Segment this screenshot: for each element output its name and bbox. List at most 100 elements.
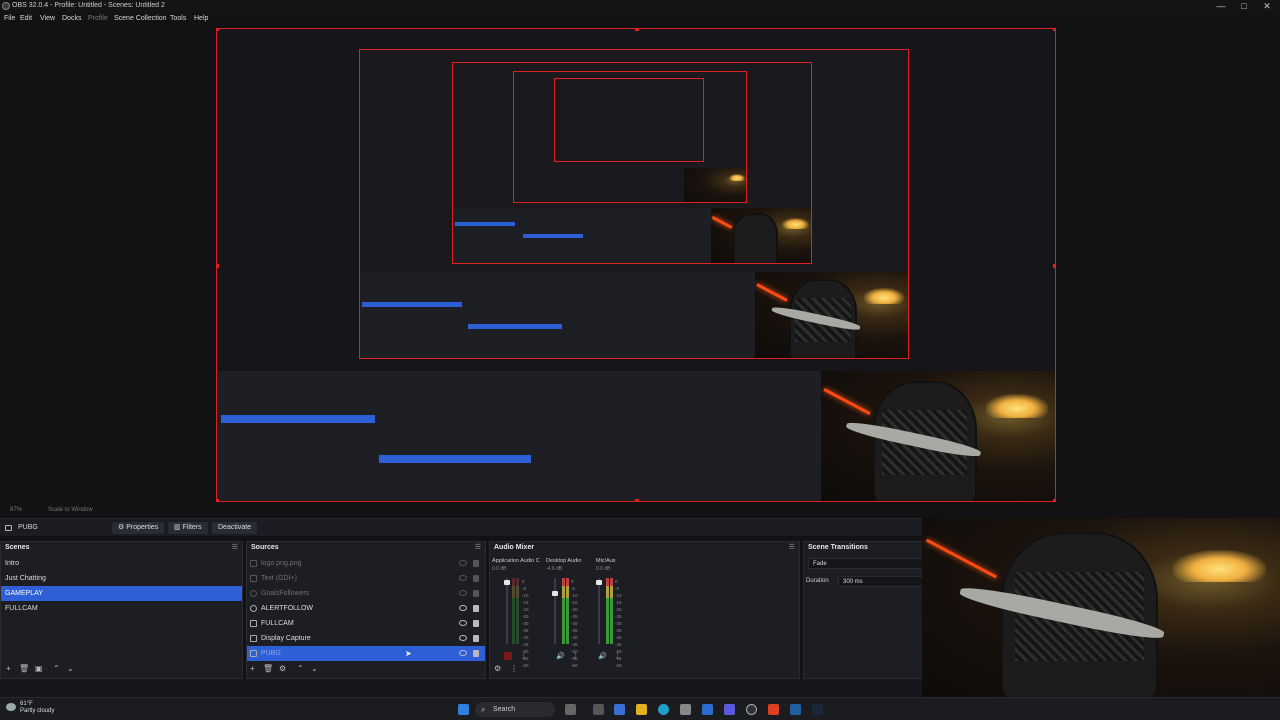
add-source-button[interactable]: + xyxy=(250,664,255,673)
close-button[interactable]: ✕ xyxy=(1256,0,1278,12)
dock-menu-icon[interactable]: ☰ xyxy=(789,542,795,554)
discord-icon[interactable] xyxy=(724,704,735,715)
add-scene-button[interactable]: + xyxy=(6,664,11,673)
visibility-icon[interactable] xyxy=(459,620,467,626)
resize-handle[interactable] xyxy=(635,499,639,501)
scene-item-fullcam[interactable]: FULLCAM xyxy=(1,601,242,616)
source-properties-button[interactable]: ⚙ xyxy=(279,664,286,673)
muted-speaker-icon[interactable] xyxy=(504,652,512,660)
source-item[interactable]: logo png.png xyxy=(247,556,485,571)
nested-preview-3 xyxy=(513,71,747,203)
monitor-icon xyxy=(250,635,257,642)
duration-input[interactable]: 300 ms xyxy=(838,576,923,587)
volume-fader[interactable] xyxy=(552,591,558,596)
minimize-button[interactable]: — xyxy=(1210,0,1232,12)
move-up-button[interactable]: ⌃ xyxy=(297,664,304,673)
menu-edit[interactable]: Edit xyxy=(20,12,32,25)
menu-file[interactable]: File xyxy=(4,12,15,25)
nested-webcam-1 xyxy=(755,272,908,358)
menu-scene-collection[interactable]: Scene Collection xyxy=(114,12,167,25)
resize-handle[interactable] xyxy=(635,29,639,31)
lock-icon[interactable] xyxy=(473,590,479,597)
search-box[interactable]: ⌕ Search xyxy=(475,702,555,717)
move-down-button[interactable]: ⌄ xyxy=(67,664,74,673)
visibility-icon[interactable] xyxy=(459,635,467,641)
menu-docks[interactable]: Docks xyxy=(62,12,81,25)
scene-item-gameplay[interactable]: GAMEPLAY xyxy=(1,586,242,601)
menu-profile[interactable]: Profile xyxy=(88,12,108,25)
mixer-channel-mic-aux: Mic/Aux 0.0 dB 0 -5 -10 -15 -20 -25 -30 -35 -40-… xyxy=(596,558,622,668)
weather-widget[interactable]: 61°F Partly cloudy xyxy=(6,701,54,715)
speaker-icon[interactable]: 🔊 xyxy=(598,652,607,660)
lock-icon[interactable] xyxy=(473,560,479,567)
scene-item-intro[interactable]: Intro xyxy=(1,556,242,571)
dock-menu-icon[interactable]: ☰ xyxy=(232,542,238,554)
edge-icon[interactable] xyxy=(658,704,669,715)
app-icon[interactable] xyxy=(614,704,625,715)
visibility-icon[interactable] xyxy=(459,560,467,566)
resize-handle[interactable] xyxy=(217,499,219,501)
source-item[interactable]: FULLCAM xyxy=(247,616,485,631)
resize-handle[interactable] xyxy=(217,264,219,268)
visibility-icon[interactable] xyxy=(459,650,467,656)
resize-handle[interactable] xyxy=(1053,29,1055,31)
filters-button[interactable]: ▥ Filters xyxy=(168,522,208,534)
deactivate-button[interactable]: Deactivate xyxy=(212,522,258,534)
app-icon[interactable] xyxy=(790,704,801,715)
lock-icon[interactable] xyxy=(473,620,479,627)
obs-icon[interactable] xyxy=(746,704,757,715)
move-down-button[interactable]: ⌄ xyxy=(311,664,318,673)
visibility-icon[interactable] xyxy=(459,590,467,596)
resize-handle[interactable] xyxy=(1053,499,1055,501)
volume-fader[interactable] xyxy=(504,580,510,585)
zoom-level[interactable]: 87% xyxy=(10,507,22,513)
mixer-settings-icon[interactable]: ⚙ xyxy=(494,664,501,673)
menu-help[interactable]: Help xyxy=(194,12,208,25)
task-view-icon[interactable] xyxy=(593,704,604,715)
properties-button[interactable]: ⚙ Properties xyxy=(112,522,165,534)
lock-icon[interactable] xyxy=(473,650,479,657)
steam-icon[interactable] xyxy=(812,704,823,715)
speaker-icon[interactable]: 🔊 xyxy=(556,652,565,660)
channel-menu-icon[interactable]: ⋮ xyxy=(614,652,621,660)
menu-view[interactable]: View xyxy=(40,12,55,25)
source-item[interactable]: PUBG xyxy=(247,646,485,661)
visibility-icon[interactable] xyxy=(459,575,467,581)
context-source-name: PUBG xyxy=(18,524,38,531)
channel-menu-icon[interactable]: ⋮ xyxy=(572,652,579,660)
lock-icon[interactable] xyxy=(473,575,479,582)
window-title: OBS 32.0.4 - Profile: Untitled - Scenes:… xyxy=(12,2,165,9)
file-explorer-icon[interactable] xyxy=(636,704,647,715)
source-item[interactable]: Text (GDI+) xyxy=(247,571,485,586)
lock-icon[interactable] xyxy=(473,635,479,642)
lock-icon[interactable] xyxy=(473,605,479,612)
remove-scene-button[interactable]: 🗑 xyxy=(19,664,29,673)
dock-menu-icon[interactable]: ☰ xyxy=(475,542,481,554)
brave-icon[interactable] xyxy=(768,704,779,715)
remove-source-button[interactable]: 🗑 xyxy=(263,664,273,673)
source-item[interactable]: ALERTFOLLOW xyxy=(247,601,485,616)
scene-transitions-dock: Scene Transitions Fade Duration 300 ms xyxy=(803,541,923,679)
copilot-icon[interactable] xyxy=(565,704,576,715)
menu-tools[interactable]: Tools xyxy=(170,12,186,25)
resize-handle[interactable] xyxy=(1053,264,1055,268)
transition-type-select[interactable]: Fade xyxy=(808,558,923,569)
start-icon[interactable] xyxy=(458,704,469,715)
scene-filters-button[interactable]: ▣ xyxy=(35,664,43,673)
resize-handle[interactable] xyxy=(217,29,219,31)
maximize-button[interactable]: □ xyxy=(1233,0,1255,12)
volume-fader[interactable] xyxy=(596,580,602,585)
visibility-icon[interactable] xyxy=(459,605,467,611)
camera-icon xyxy=(250,650,257,657)
store-icon[interactable] xyxy=(680,704,691,715)
scale-mode-select[interactable]: Scale to Window xyxy=(48,507,93,513)
mixer-menu-icon[interactable]: ⋮ xyxy=(510,664,518,673)
source-item[interactable]: GoalsFollowers xyxy=(247,586,485,601)
outlook-icon[interactable] xyxy=(702,704,713,715)
display-capture-preview[interactable] xyxy=(216,28,1056,502)
move-up-button[interactable]: ⌃ xyxy=(53,664,60,673)
channel-menu-icon[interactable]: ⋮ xyxy=(520,652,527,660)
scene-item-just-chatting[interactable]: Just Chatting xyxy=(1,571,242,586)
source-item[interactable]: Display Capture xyxy=(247,631,485,646)
cloud-icon xyxy=(6,703,16,711)
